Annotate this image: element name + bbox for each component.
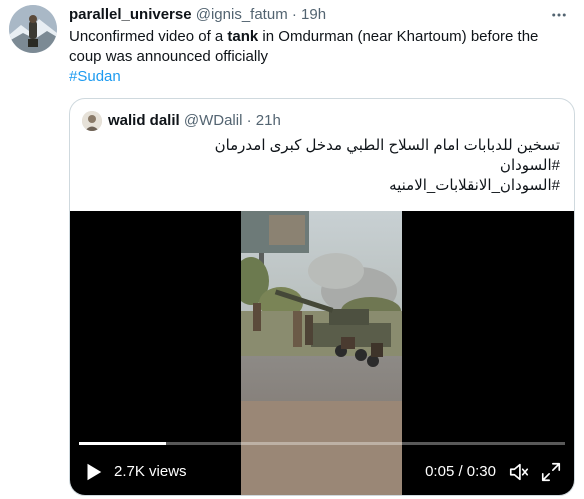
quoted-hashtag-1[interactable]: #السودان: [90, 156, 560, 176]
play-icon: [87, 463, 102, 481]
quoted-handle[interactable]: @WDalil: [184, 112, 243, 129]
hashtag-link[interactable]: #Sudan: [69, 67, 121, 87]
video-progress-fill: [79, 442, 167, 445]
avatar[interactable]: [9, 5, 57, 53]
display-name[interactable]: parallel_universe: [69, 6, 192, 23]
quoted-header: walid dalil @WDalil · 21h: [108, 111, 281, 131]
tweet-time[interactable]: 19h: [301, 6, 326, 23]
view-count: 2.7K views: [114, 463, 187, 480]
more-options-button[interactable]: [548, 4, 570, 26]
quoted-text: تسخين للدبابات امام السلاح الطبي مدخل كب…: [90, 136, 560, 196]
avatar-image: [9, 5, 57, 53]
quoted-hashtag-2[interactable]: #السودان_الانقلابات_الامنيه: [90, 176, 560, 196]
tweet-header: parallel_universe @ignis_fatum · 19h: [69, 5, 540, 25]
quoted-tweet[interactable]: walid dalil @WDalil · 21h تسخين للدبابات…: [69, 98, 575, 496]
separator-dot: ·: [291, 6, 297, 23]
quoted-separator-dot: ·: [246, 112, 252, 129]
quoted-avatar-image: [82, 111, 102, 131]
volume-icon: [509, 463, 529, 481]
video-frame-image: [241, 211, 402, 495]
fullscreen-button[interactable]: [540, 461, 562, 483]
quoted-time[interactable]: 21h: [256, 112, 281, 129]
tweet-text: Unconfirmed video of a tank in Omdurman …: [69, 27, 569, 67]
more-horizontal-icon: [552, 13, 566, 17]
play-button[interactable]: [82, 461, 104, 483]
video-frame: [241, 211, 402, 495]
tweet-text-bold: tank: [227, 28, 259, 45]
video-progress-bar[interactable]: [79, 442, 565, 445]
volume-button[interactable]: [508, 461, 530, 483]
quoted-display-name[interactable]: walid dalil: [108, 112, 180, 129]
fullscreen-icon: [541, 462, 561, 482]
user-handle[interactable]: @ignis_fatum: [196, 6, 288, 23]
quoted-avatar[interactable]: [82, 111, 102, 131]
tweet-text-part-1: Unconfirmed video of a: [69, 28, 228, 45]
video-time-readout: 0:05 / 0:30: [425, 463, 496, 480]
video-player[interactable]: 2.7K views 0:05 / 0:30: [70, 211, 574, 495]
quoted-text-line-1: تسخين للدبابات امام السلاح الطبي مدخل كب…: [214, 137, 560, 154]
